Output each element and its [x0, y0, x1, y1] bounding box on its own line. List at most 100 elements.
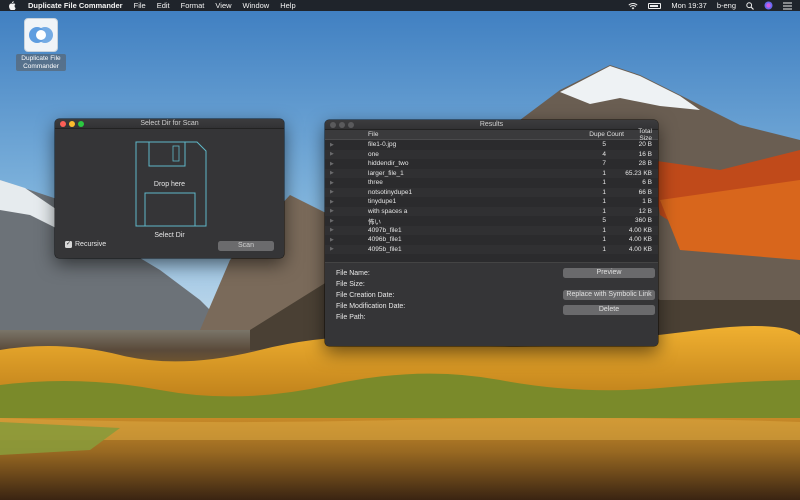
file-path-label: File Path: — [336, 314, 366, 321]
file-size-label: File Size: — [336, 281, 365, 288]
total-size-cell: 4.00 KB — [628, 245, 652, 253]
user-menu[interactable]: b-eng — [717, 1, 736, 10]
menu-edit[interactable]: Edit — [157, 1, 170, 10]
spotlight-icon[interactable] — [746, 1, 754, 10]
disclosure-triangle-icon[interactable]: ▶ — [325, 189, 368, 195]
column-header-dupe-count[interactable]: Dupe Count — [583, 131, 627, 138]
dupe-count-cell: 5 — [602, 141, 606, 149]
table-row[interactable]: ▶ 4095b_file1 1 4.00 KB — [325, 244, 658, 254]
total-size-cell: 65.23 KB — [625, 169, 652, 177]
total-size-cell: 20 B — [638, 141, 652, 149]
total-size-cell: 1 B — [642, 198, 652, 206]
close-button[interactable] — [60, 120, 66, 127]
file-name-cell: tinydupe1 — [368, 198, 397, 206]
file-name-cell: with spaces a — [368, 207, 408, 215]
window-title: Select Dir for Scan — [140, 120, 199, 127]
menu-format[interactable]: Format — [181, 1, 205, 10]
dupe-count-cell: 1 — [602, 188, 606, 196]
select-dir-window: Select Dir for Scan Drop here Select Dir… — [55, 119, 284, 258]
drop-here-label: Drop here — [153, 181, 186, 188]
disclosure-triangle-icon[interactable]: ▶ — [325, 161, 368, 167]
table-row[interactable]: ▶ larger_file_1 1 65.23 KB — [325, 168, 658, 178]
recursive-label: Recursive — [75, 241, 107, 248]
file-details-panel: File Name: File Size: File Creation Date… — [325, 262, 658, 346]
battery-icon[interactable] — [648, 2, 662, 9]
menu-file[interactable]: File — [134, 1, 146, 10]
app-menu[interactable]: Duplicate File Commander — [28, 1, 123, 10]
disclosure-triangle-icon[interactable]: ▶ — [325, 180, 368, 186]
table-row[interactable]: ▶ tinydupe1 1 1 B — [325, 197, 658, 207]
recursive-checkbox[interactable]: ✓ Recursive — [65, 241, 106, 248]
dupe-count-cell: 1 — [602, 245, 606, 253]
column-header-file[interactable]: File — [368, 131, 583, 138]
dupe-count-cell: 1 — [602, 236, 606, 244]
select-dir-button[interactable]: Select Dir — [55, 232, 284, 239]
dupe-count-cell: 5 — [602, 217, 606, 225]
table-body: ▶ file1-0.jpg 5 20 B ▶ one 4 16 B ▶ hiddendir_two… — [325, 140, 658, 254]
total-size-cell: 360 B — [635, 217, 652, 225]
disclosure-triangle-icon[interactable]: ▶ — [325, 227, 368, 233]
disclosure-triangle-icon[interactable]: ▶ — [325, 218, 368, 224]
file-name-cell: one — [368, 150, 379, 158]
select-dir-titlebar[interactable]: Select Dir for Scan — [55, 119, 284, 129]
dupe-count-cell: 1 — [602, 226, 606, 234]
checkmark-icon[interactable]: ✓ — [65, 241, 72, 248]
results-titlebar[interactable]: Results — [325, 120, 658, 130]
menu-window[interactable]: Window — [243, 1, 270, 10]
column-header-total-size[interactable]: Total Size — [627, 128, 658, 142]
disclosure-triangle-icon[interactable]: ▶ — [325, 208, 368, 214]
disclosure-triangle-icon[interactable]: ▶ — [325, 237, 368, 243]
siri-icon[interactable] — [764, 1, 773, 10]
dupe-count-cell: 1 — [602, 207, 606, 215]
disclosure-triangle-icon[interactable]: ▶ — [325, 151, 368, 157]
zoom-button[interactable] — [348, 121, 354, 128]
window-title: Results — [479, 121, 504, 128]
clock[interactable]: Mon 19:37 — [671, 1, 706, 10]
file-creation-date-label: File Creation Date: — [336, 292, 395, 299]
menu-help[interactable]: Help — [280, 1, 295, 10]
file-name-cell: larger_file_1 — [368, 169, 404, 177]
table-row[interactable]: ▶ file1-0.jpg 5 20 B — [325, 140, 658, 150]
table-row[interactable]: ▶ one 4 16 B — [325, 149, 658, 159]
scan-button[interactable]: Scan — [218, 241, 274, 251]
replace-with-symlink-button[interactable]: Replace with Symbolic Link — [563, 290, 655, 300]
table-row[interactable]: ▶ with spaces a 1 12 B — [325, 206, 658, 216]
file-name-cell: file1-0.jpg — [368, 141, 397, 149]
disclosure-triangle-icon[interactable]: ▶ — [325, 142, 368, 148]
file-modification-date-label: File Modification Date: — [336, 303, 406, 310]
minimize-button[interactable] — [69, 120, 75, 127]
status-area: Mon 19:37 b-eng — [628, 1, 792, 10]
desktop-icon-label: Duplicate File Commander — [16, 54, 66, 71]
total-size-cell: 28 B — [638, 160, 652, 168]
wifi-icon[interactable] — [628, 2, 638, 10]
apple-menu-icon[interactable] — [8, 1, 18, 10]
close-button[interactable] — [330, 121, 336, 128]
total-size-cell: 4.00 KB — [628, 236, 652, 244]
zoom-button[interactable] — [78, 120, 84, 127]
table-row[interactable]: ▶ 4096b_file1 1 4.00 KB — [325, 235, 658, 245]
table-row[interactable]: ▶ notsotinydupe1 1 66 B — [325, 187, 658, 197]
dupe-count-cell: 4 — [602, 150, 606, 158]
total-size-cell: 4.00 KB — [628, 226, 652, 234]
dupe-count-cell: 1 — [602, 198, 606, 206]
menu-view[interactable]: View — [215, 1, 231, 10]
total-size-cell: 6 B — [642, 179, 652, 187]
desktop-app-icon[interactable]: Duplicate File Commander — [16, 18, 66, 71]
disclosure-triangle-icon[interactable]: ▶ — [325, 199, 368, 205]
table-row[interactable]: ▶ 怖い 5 360 B — [325, 216, 658, 226]
notification-center-icon[interactable] — [783, 2, 792, 10]
table-header: File Dupe Count Total Size — [325, 128, 658, 142]
file-name-cell: three — [368, 179, 383, 187]
table-row[interactable]: ▶ three 1 6 B — [325, 178, 658, 188]
minimize-button[interactable] — [339, 121, 345, 128]
disclosure-triangle-icon[interactable]: ▶ — [325, 246, 368, 252]
preview-button[interactable]: Preview — [563, 268, 655, 278]
file-name-cell: 4096b_file1 — [368, 236, 402, 244]
dupe-count-cell: 7 — [602, 160, 606, 168]
table-row[interactable]: ▶ 4097b_file1 1 4.00 KB — [325, 225, 658, 235]
delete-button[interactable]: Delete — [563, 305, 655, 315]
file-name-cell: 怖い — [368, 218, 381, 226]
menu-bar: Duplicate File Commander File Edit Forma… — [0, 0, 800, 11]
disclosure-triangle-icon[interactable]: ▶ — [325, 170, 368, 176]
table-row[interactable]: ▶ hiddendir_two 7 28 B — [325, 159, 658, 169]
